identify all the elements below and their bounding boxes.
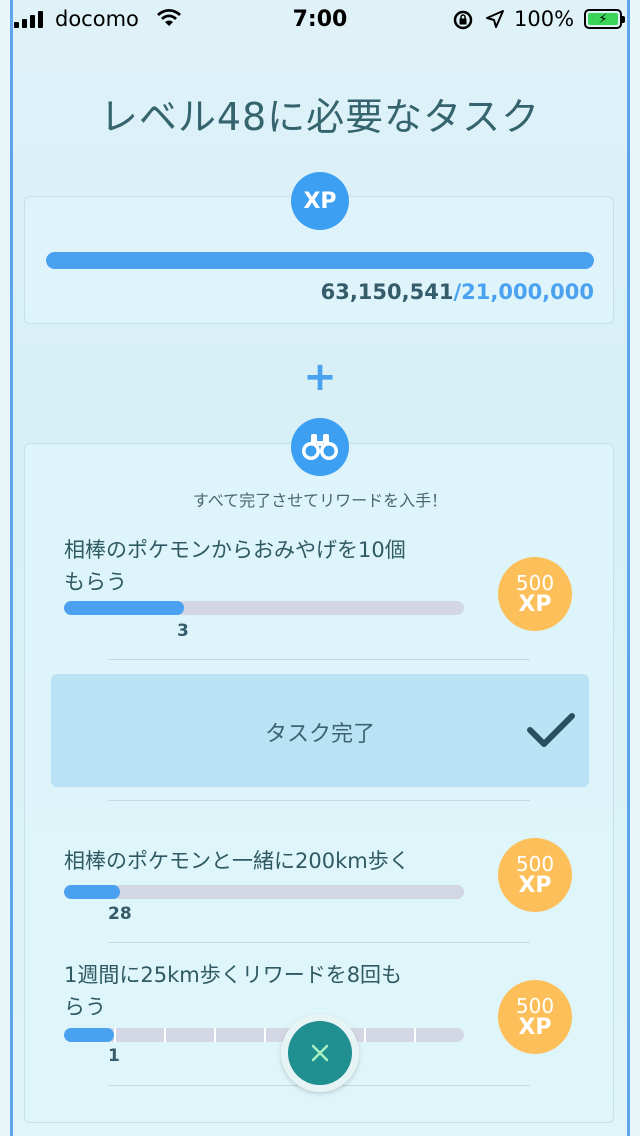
task-line-1: 相棒のポケモンからおみやげを10個 [64,538,406,562]
task-line-2: もらう [64,570,127,594]
task-description: 相棒のポケモンと一緒に200km歩く [64,845,484,877]
reward-amount: 500 [515,571,555,595]
task-progress-bar [64,601,464,615]
task-progress-bar [64,1028,464,1042]
task-line-2: らう [64,995,106,1019]
task-line-1: 相棒のポケモンと一緒に200km歩く [64,849,410,873]
completed-task-label: タスク完了 [264,722,375,747]
divider [108,800,530,801]
xp-current: 63,150,541 [320,280,454,304]
divider [108,942,530,943]
battery-icon: ⚡ [584,9,625,29]
location-icon [485,9,505,35]
close-button[interactable] [281,1014,359,1092]
reward-unit: XP [518,1015,552,1040]
task-progress-value: 3 [177,621,189,641]
task-description: 相棒のポケモンからおみやげを10個 もらう [64,534,484,598]
battery-percent: 100% [514,7,575,31]
task-description: 1週間に25km歩くリワードを8回も らう [64,959,484,1023]
xp-badge-icon: XP [291,172,349,230]
xp-required: /21,000,000 [453,280,594,304]
complete-all-text: すべて完了させてリワードを入手！ [192,491,448,510]
xp-progress-bar [46,252,594,269]
close-icon [288,1021,352,1085]
task-progress-value: 1 [108,1046,120,1066]
reward-unit: XP [518,592,552,617]
reward-badge: 500 XP [498,557,572,631]
binoculars-icon [291,418,349,476]
reward-amount: 500 [515,994,555,1018]
xp-progress-text: 63,150,541/21,000,000 [0,280,594,304]
status-bar: docomo 7:00 100% ⚡ [0,0,640,40]
divider [108,659,530,660]
reward-badge: 500 XP [498,980,572,1054]
task-progress-bar [64,885,464,899]
task-progress-value: 28 [108,904,132,924]
rotation-lock-icon [452,9,474,37]
reward-amount: 500 [515,852,555,876]
task-line-1: 1週間に25km歩くリワードを8回も [64,963,403,987]
page-title: レベル48に必要なタスク [99,95,541,139]
reward-badge: 500 XP [498,838,572,912]
reward-unit: XP [518,873,552,898]
check-icon [526,712,576,754]
completed-task-panel[interactable]: タスク完了 [51,674,589,787]
plus-icon: + [303,354,337,400]
